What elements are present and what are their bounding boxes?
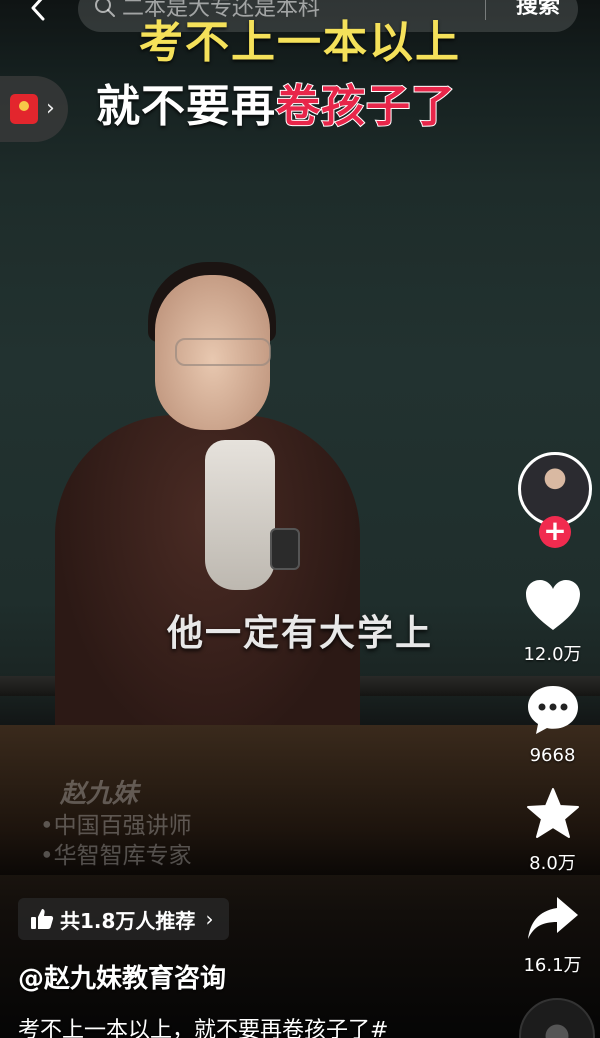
- recommend-pill[interactable]: 共1.8万人推荐 ›: [18, 898, 230, 940]
- video-description[interactable]: 考不上一本以上，就不要再卷孩子了#: [18, 1012, 388, 1038]
- comment-button[interactable]: 9668: [505, 683, 600, 766]
- caption-highlight-text: 卷孩子了: [275, 80, 456, 133]
- heart-icon: [525, 580, 580, 630]
- share-count: 16.1万: [523, 955, 582, 976]
- comment-icon: [527, 686, 578, 734]
- video-watermark: 赵九妹 •中国百强讲师 •华智智库专家: [40, 778, 192, 872]
- share-arrow-icon: [527, 897, 578, 939]
- lapel-mic: [270, 528, 300, 570]
- red-packet-tab[interactable]: ›: [0, 76, 68, 142]
- chevron-right-icon: ›: [46, 96, 55, 121]
- red-envelope-icon: [10, 94, 38, 124]
- comment-count: 9668: [529, 745, 576, 766]
- follow-button[interactable]: +: [539, 516, 571, 548]
- music-disc[interactable]: [519, 998, 595, 1038]
- chevron-right-icon: ›: [205, 907, 214, 931]
- like-count: 12.0万: [523, 644, 582, 665]
- caption-plain-text: 就不要再: [96, 81, 276, 132]
- recommend-text: 共1.8万人推荐: [60, 908, 196, 933]
- watermark-name: 赵九妹: [60, 779, 139, 809]
- share-button[interactable]: 16.1万: [505, 893, 600, 977]
- thumbs-up-icon: [31, 909, 54, 929]
- like-button[interactable]: 12.0万: [505, 578, 600, 666]
- presenter-glasses: [175, 338, 271, 366]
- video-player-screen: 赵九妹 •中国百强讲师 •华智智库专家 他一定有大学上 二本是大专还是本科 搜索…: [0, 0, 600, 1038]
- title-caption-line2: 就不要再卷孩子了: [96, 70, 456, 134]
- favorite-button[interactable]: 8.0万: [505, 787, 600, 875]
- star-icon: [526, 788, 579, 838]
- watermark-line: •中国百强讲师: [40, 812, 192, 839]
- watermark-line: •华智智库专家: [40, 842, 192, 869]
- author-name[interactable]: @赵九妹教育咨询: [18, 958, 226, 995]
- favorite-count: 8.0万: [529, 853, 576, 874]
- presenter-shirt: [205, 440, 275, 590]
- action-rail: + 12.0万 9668 8.0万 16.1万: [505, 0, 600, 1038]
